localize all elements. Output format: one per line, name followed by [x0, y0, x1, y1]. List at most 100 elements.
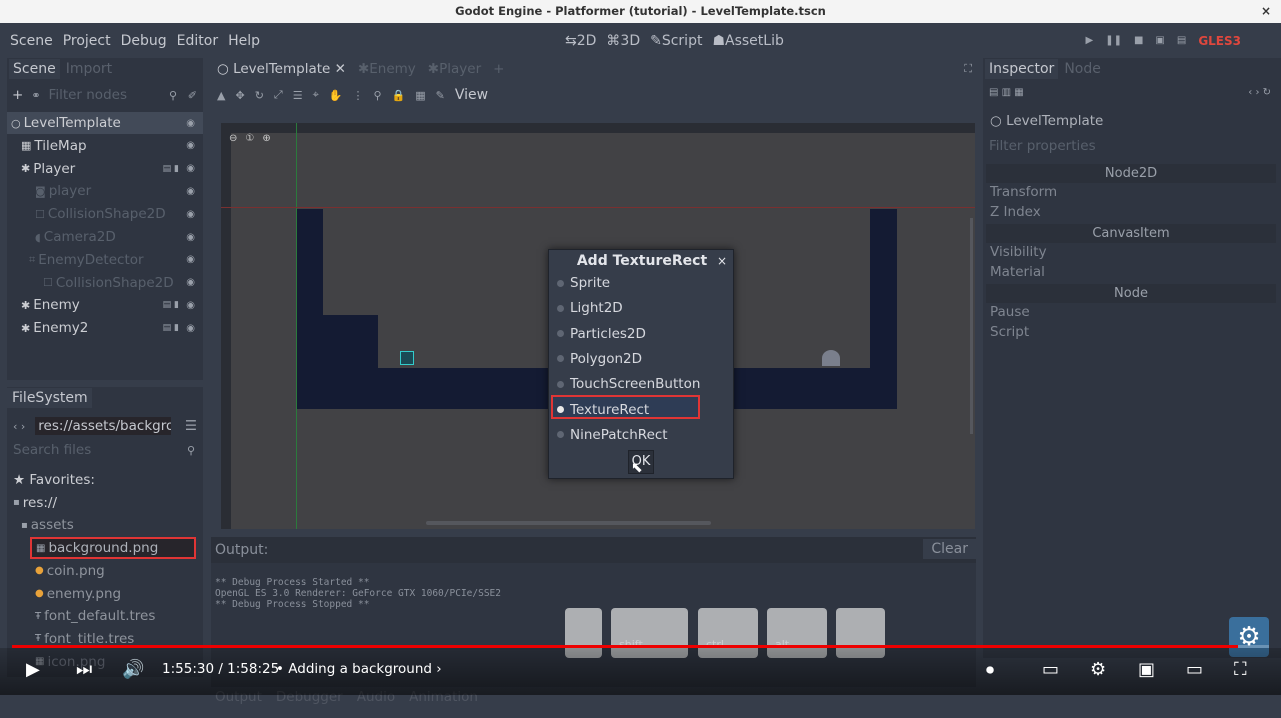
visibility-eye-icon[interactable]: ◉ [186, 254, 195, 265]
inspector-section-header[interactable]: Node2D [986, 164, 1276, 183]
tab-import[interactable]: Import [60, 59, 118, 79]
tree-node[interactable]: ⌗ EnemyDetector ◉ [7, 249, 203, 271]
split-mode-icon[interactable]: ☰ [185, 418, 197, 434]
bone-icon[interactable]: ✎ [436, 89, 445, 102]
view-menu[interactable]: View [455, 87, 488, 103]
visibility-eye-icon[interactable]: ◉ [186, 163, 195, 174]
node-badges-icon[interactable]: ▤ ▮ [163, 300, 179, 310]
tab-enemy[interactable]: ✱Enemy [352, 61, 422, 77]
inspector-property[interactable]: Visibility [990, 244, 1047, 260]
file-item[interactable]: ▪ assets [7, 514, 203, 536]
visibility-eye-icon[interactable]: ◉ [186, 209, 195, 220]
node-badges-icon[interactable]: ▤ ▮ [163, 164, 179, 174]
inspector-property[interactable]: Material [990, 264, 1045, 280]
zoom-controls[interactable]: ⊖①⊕ [229, 133, 279, 144]
tree-node[interactable]: ✱ Enemy ◉ ▤ ▮ [7, 294, 203, 316]
tree-node[interactable]: ✱ Player ◉ ▤ ▮ [7, 158, 203, 180]
workspace-script[interactable]: ✎Script [650, 33, 702, 49]
file-item[interactable]: ▦ background.png [30, 537, 196, 560]
inspector-section-header[interactable]: CanvasItem [986, 224, 1276, 243]
chapter-title[interactable]: • Adding a background › [276, 661, 442, 677]
node-badges-icon[interactable]: ▤ ▮ [163, 323, 179, 333]
window-close-button[interactable]: × [1261, 0, 1271, 23]
visibility-eye-icon[interactable]: ◉ [186, 186, 195, 197]
node-type-option[interactable]: NinePatchRect [557, 424, 668, 446]
back-icon[interactable]: ‹ › [13, 420, 25, 433]
renderer-label[interactable]: GLES3 [1198, 34, 1241, 48]
menu-editor[interactable]: Editor [177, 33, 218, 49]
pivot-tool-icon[interactable]: ⌖ [313, 88, 319, 102]
workspace-assetlib[interactable]: ☗AssetLib [712, 33, 783, 49]
play-icon[interactable]: ▶ [26, 659, 40, 681]
play-scene-icon[interactable]: ▣ [1155, 35, 1164, 46]
scale-tool-icon[interactable]: ⤢ [274, 88, 283, 102]
volume-icon[interactable]: 🔊 [122, 659, 144, 681]
visibility-eye-icon[interactable]: ◉ [186, 323, 195, 334]
clear-button[interactable]: Clear [923, 539, 976, 559]
filter-nodes-input[interactable]: Filter nodes [49, 87, 127, 103]
tab-filesystem[interactable]: FileSystem [7, 388, 92, 408]
node-type-option[interactable]: Polygon2D [557, 348, 642, 370]
file-item[interactable]: ★ Favorites: [7, 469, 203, 491]
inspector-property[interactable]: Z Index [990, 204, 1041, 220]
list-tool-icon[interactable]: ☰ [293, 89, 303, 102]
dialog-close-button[interactable]: × [717, 250, 727, 272]
stop-icon[interactable]: ■ [1134, 35, 1143, 46]
menu-scene[interactable]: Scene [10, 33, 53, 49]
inspector-property[interactable]: Transform [990, 184, 1057, 200]
horizontal-scrollbar[interactable] [426, 521, 711, 525]
visibility-eye-icon[interactable]: ◉ [186, 300, 195, 311]
play-icon[interactable]: ▶ [1085, 35, 1093, 46]
autoplay-toggle[interactable]: ⏺ [986, 659, 994, 681]
search-files-input[interactable]: Search files [13, 442, 91, 458]
menu-project[interactable]: Project [63, 33, 111, 49]
theater-icon[interactable]: ▭ [1186, 659, 1203, 681]
play-custom-icon[interactable]: ▤ [1177, 35, 1186, 46]
miniplayer-icon[interactable]: ▣ [1138, 659, 1155, 681]
workspace-2d[interactable]: ⇆2D [565, 33, 596, 49]
subtitles-icon[interactable]: ▭ [1042, 659, 1059, 681]
inspector-property[interactable]: Pause [990, 304, 1030, 320]
filter-properties-input[interactable]: Filter properties [989, 138, 1096, 154]
visibility-eye-icon[interactable]: ◉ [186, 140, 195, 151]
tree-node[interactable]: ○ LevelTemplate ◉ [7, 112, 203, 134]
add-node-icon[interactable]: + [12, 87, 23, 103]
inspector-property[interactable]: Script [990, 324, 1029, 340]
visibility-eye-icon[interactable]: ◉ [186, 277, 195, 288]
settings-icon[interactable]: ⚙ [1090, 659, 1106, 681]
vertical-scrollbar[interactable] [970, 218, 973, 434]
rotate-tool-icon[interactable]: ↻ [255, 89, 264, 102]
ruler-tool-icon[interactable]: ⋮ [353, 89, 364, 102]
fullscreen-icon[interactable]: ⛶ [964, 62, 972, 76]
menu-debug[interactable]: Debug [121, 33, 167, 49]
tree-node[interactable]: ☐ CollisionShape2D ◉ [7, 272, 203, 294]
pause-icon[interactable]: ❚❚ [1105, 35, 1122, 46]
group-icon[interactable]: ▦ [415, 89, 425, 102]
tree-node[interactable]: ✱ Enemy2 ◉ ▤ ▮ [7, 317, 203, 339]
file-item[interactable]: ● enemy.png [7, 583, 203, 605]
tree-node[interactable]: ☐ CollisionShape2D ◉ [7, 203, 203, 225]
file-item[interactable]: ● coin.png [7, 560, 203, 582]
node-type-option[interactable]: Light2D [557, 297, 623, 319]
fullscreen-icon[interactable]: ⛶ [1234, 659, 1247, 681]
select-tool-icon[interactable]: ▲ [217, 89, 225, 102]
workspace-3d[interactable]: ⌘3D [606, 33, 640, 49]
link-icon[interactable]: ⚭ [31, 89, 40, 102]
tab-leveltemplate[interactable]: ○ LevelTemplate ✕ [211, 61, 352, 77]
visibility-eye-icon[interactable]: ◉ [186, 232, 195, 243]
node-type-option[interactable]: TouchScreenButton [557, 373, 700, 395]
file-item[interactable]: ▪ res:// [7, 492, 203, 514]
tree-node[interactable]: ◖ Camera2D ◉ [7, 226, 203, 248]
script-icon[interactable]: ✐ [188, 89, 197, 102]
node-type-option[interactable]: TextureRect [557, 399, 649, 421]
path-field[interactable]: res://assets/backgro [35, 417, 172, 435]
move-tool-icon[interactable]: ✥ [235, 89, 244, 102]
pan-tool-icon[interactable]: ✋ [329, 89, 343, 102]
tab-player[interactable]: ✱Player [422, 61, 487, 77]
visibility-eye-icon[interactable]: ◉ [186, 118, 195, 129]
node-type-option[interactable]: Sprite [557, 272, 610, 294]
menu-help[interactable]: Help [228, 33, 260, 49]
tab-inspector[interactable]: Inspector [985, 59, 1059, 79]
snap-icon[interactable]: ⚲ [374, 89, 382, 102]
history-icon[interactable]: ‹ › ↻ [1248, 87, 1271, 98]
